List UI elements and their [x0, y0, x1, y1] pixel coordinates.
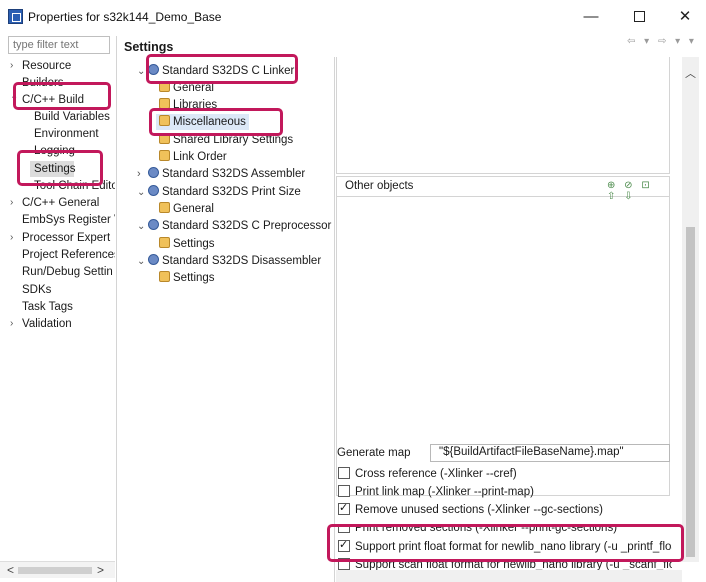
app-icon	[8, 9, 23, 24]
nav-item-label: Task Tags	[22, 301, 73, 313]
tree-item-c-preprocessor[interactable]: ⌄ Standard S32DS C Preprocessor	[137, 218, 331, 234]
title-bar: Properties for s32k144_Demo_Base — ✕	[0, 0, 706, 34]
tool-icon	[148, 254, 159, 265]
minimize-button[interactable]: —	[580, 6, 602, 28]
settings-page-icon	[159, 271, 170, 282]
settings-page-icon	[159, 237, 170, 248]
nav-item-label: Environment	[34, 128, 99, 140]
nav-item-label: SDKs	[22, 284, 52, 296]
tool-icon	[148, 219, 159, 230]
options-vertical-scrollbar[interactable]: ︿	[682, 57, 699, 562]
checkbox-checked[interactable]	[338, 501, 350, 516]
checkbox-remove-unused-sections[interactable]: Remove unused sections (-Xlinker --gc-se…	[338, 501, 603, 519]
nav-item-processor-expert[interactable]: › Processor Expert	[10, 230, 110, 246]
history-nav-icons[interactable]: ⇦ ▾ ⇨ ▾ ▾	[627, 36, 697, 47]
maximize-icon	[633, 11, 645, 22]
close-button[interactable]: ✕	[674, 6, 696, 28]
chevron-right-icon[interactable]: ›	[137, 166, 148, 182]
nav-tree: › Resource Builders ⌄ C/C++ Build Build …	[0, 56, 115, 561]
tree-item-label: Standard S32DS Assembler	[162, 168, 306, 180]
tree-item-label: Settings	[173, 238, 215, 250]
tree-item-label: Settings	[173, 272, 215, 284]
checkbox-print-link-map[interactable]: Print link map (-Xlinker --print-map)	[338, 485, 534, 501]
checkbox-cross-reference[interactable]: Cross reference (-Xlinker --cref)	[338, 467, 517, 483]
tool-icon	[148, 185, 159, 196]
other-objects-header: Other objects ⊕ ⊘ ⊡ ⇧ ⇩	[337, 177, 669, 202]
chevron-right-icon[interactable]: ›	[10, 195, 20, 211]
nav-item-project-references[interactable]: Project References	[22, 247, 115, 263]
other-objects-label: Other objects	[345, 180, 414, 192]
highlight-box-print-float	[327, 524, 684, 562]
nav-item-cpp-general[interactable]: › C/C++ General	[10, 195, 99, 211]
nav-item-resource[interactable]: › Resource	[10, 58, 71, 74]
page-title: Settings	[124, 40, 174, 54]
chevron-down-icon[interactable]: ⌄	[137, 219, 148, 235]
nav-item-label: Project References	[22, 249, 115, 261]
scroll-right-icon[interactable]: >	[97, 563, 104, 577]
highlight-box-cpp-build	[13, 82, 111, 110]
tree-item-label: Standard S32DS C Preprocessor	[162, 220, 332, 232]
nav-item-label: Processor Expert	[22, 232, 111, 244]
tree-item-label: Standard S32DS Disassembler	[162, 255, 322, 267]
nav-item-build-variables[interactable]: Build Variables	[34, 109, 110, 125]
tree-item-assembler[interactable]: › Standard S32DS Assembler	[137, 166, 305, 182]
tree-item-preprocessor-settings[interactable]: Settings	[159, 236, 215, 252]
tree-item-label: General	[173, 203, 214, 215]
nav-item-label: EmbSys Register V	[22, 214, 115, 226]
list-toolbar-icons[interactable]: ⊕ ⊘ ⊡ ⇧ ⇩	[607, 180, 669, 202]
linker-flags-list[interactable]	[336, 57, 670, 174]
chevron-down-icon[interactable]: ⌄	[137, 185, 148, 201]
filter-input[interactable]	[8, 36, 110, 54]
maximize-button[interactable]	[628, 6, 650, 28]
window-title: Properties for s32k144_Demo_Base	[28, 10, 222, 24]
highlight-box-c-linker	[146, 54, 298, 84]
checkbox[interactable]	[338, 467, 350, 479]
generate-map-label: Generate map	[337, 447, 411, 459]
generate-map-input[interactable]: "${BuildArtifactFileBaseName}.map"	[430, 444, 670, 462]
nav-item-task-tags[interactable]: Task Tags	[22, 299, 73, 315]
tree-item-link-order[interactable]: Link Order	[159, 149, 227, 165]
highlight-box-miscellaneous	[149, 108, 283, 136]
nav-item-environment[interactable]: Environment	[34, 126, 99, 142]
tree-item-label: Link Order	[173, 151, 227, 163]
chevron-right-icon[interactable]: ›	[10, 316, 20, 332]
tree-item-label: Standard S32DS Print Size	[162, 186, 301, 198]
nav-item-embsys-register[interactable]: EmbSys Register V	[22, 212, 115, 228]
nav-item-label: Build Variables	[34, 111, 110, 123]
tree-item-print-size-general[interactable]: General	[159, 201, 214, 217]
tree-item-disassembler[interactable]: ⌄ Standard S32DS Disassembler	[137, 253, 321, 269]
nav-item-label: C/C++ General	[22, 197, 100, 209]
linker-misc-options: Other objects ⊕ ⊘ ⊡ ⇧ ⇩ Generate map "${…	[336, 57, 686, 582]
scroll-left-icon[interactable]: <	[7, 563, 14, 577]
checkbox[interactable]	[338, 485, 350, 497]
chevron-right-icon[interactable]: ›	[10, 58, 20, 74]
nav-item-label: Run/Debug Settin	[22, 266, 113, 278]
nav-horizontal-scrollbar[interactable]: < >	[0, 561, 115, 578]
tool-icon	[148, 167, 159, 178]
options-horizontal-scrollbar[interactable]	[336, 570, 682, 582]
checkbox-label: Print link map (-Xlinker --print-map)	[355, 486, 534, 498]
scroll-up-icon[interactable]: ︿	[685, 65, 696, 81]
settings-page-icon	[159, 202, 170, 213]
chevron-right-icon[interactable]: ›	[10, 230, 20, 246]
nav-item-label: Validation	[22, 318, 72, 330]
nav-item-validation[interactable]: › Validation	[10, 316, 72, 332]
highlight-box-settings	[17, 150, 103, 186]
checkbox-label: Remove unused sections (-Xlinker --gc-se…	[355, 504, 603, 516]
nav-item-run-debug-settings[interactable]: Run/Debug Settin	[22, 264, 113, 280]
settings-page-icon	[159, 150, 170, 161]
nav-item-label: Resource	[22, 60, 72, 72]
nav-item-sdks[interactable]: SDKs	[22, 282, 51, 298]
scroll-thumb[interactable]	[686, 227, 695, 557]
tree-item-print-size[interactable]: ⌄ Standard S32DS Print Size	[137, 184, 301, 200]
panel-divider[interactable]	[116, 36, 117, 582]
tree-item-disassembler-settings[interactable]: Settings	[159, 270, 215, 286]
checkbox-label: Cross reference (-Xlinker --cref)	[355, 468, 517, 480]
scroll-thumb[interactable]	[18, 567, 92, 574]
chevron-down-icon[interactable]: ⌄	[137, 254, 148, 270]
